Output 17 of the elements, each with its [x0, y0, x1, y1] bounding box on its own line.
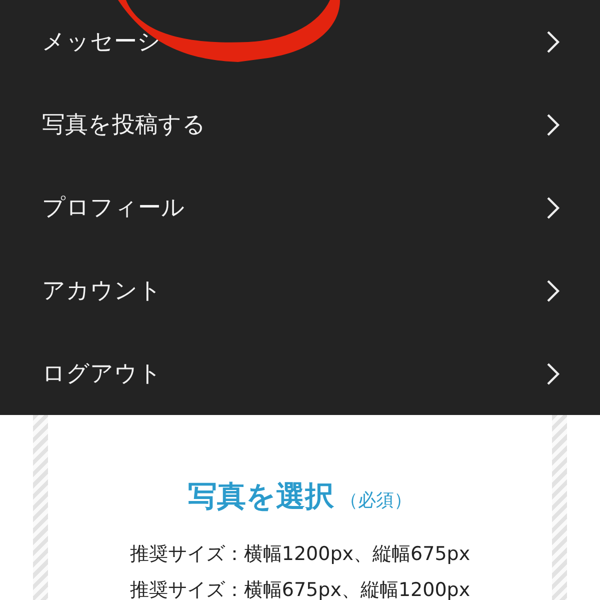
menu-item[interactable]: ログアウト	[0, 332, 600, 415]
size-note: 推奨サイズ：横幅675px、縦幅1200px	[130, 578, 470, 600]
menu-item-label: アカウント	[42, 277, 162, 306]
chevron-right-icon	[546, 112, 560, 136]
size-note: 推奨サイズ：横幅1200px、縦幅675px	[130, 542, 470, 567]
required-label: （必須）	[340, 489, 412, 512]
menu-item[interactable]: プロフィール	[0, 166, 600, 249]
chevron-right-icon	[546, 30, 560, 54]
menu-item-label: プロフィール	[42, 194, 185, 223]
menu-item-label: 写真を投稿する	[42, 111, 206, 140]
chevron-right-icon	[546, 362, 560, 386]
section-title: 写真を選択	[188, 478, 334, 515]
chevron-right-icon	[546, 278, 560, 302]
menu-item[interactable]: アカウント	[0, 249, 600, 332]
chevron-right-icon	[546, 196, 560, 220]
menu-item[interactable]: 写真を投稿する	[0, 83, 600, 166]
menu-item-label: ログアウト	[42, 360, 162, 389]
